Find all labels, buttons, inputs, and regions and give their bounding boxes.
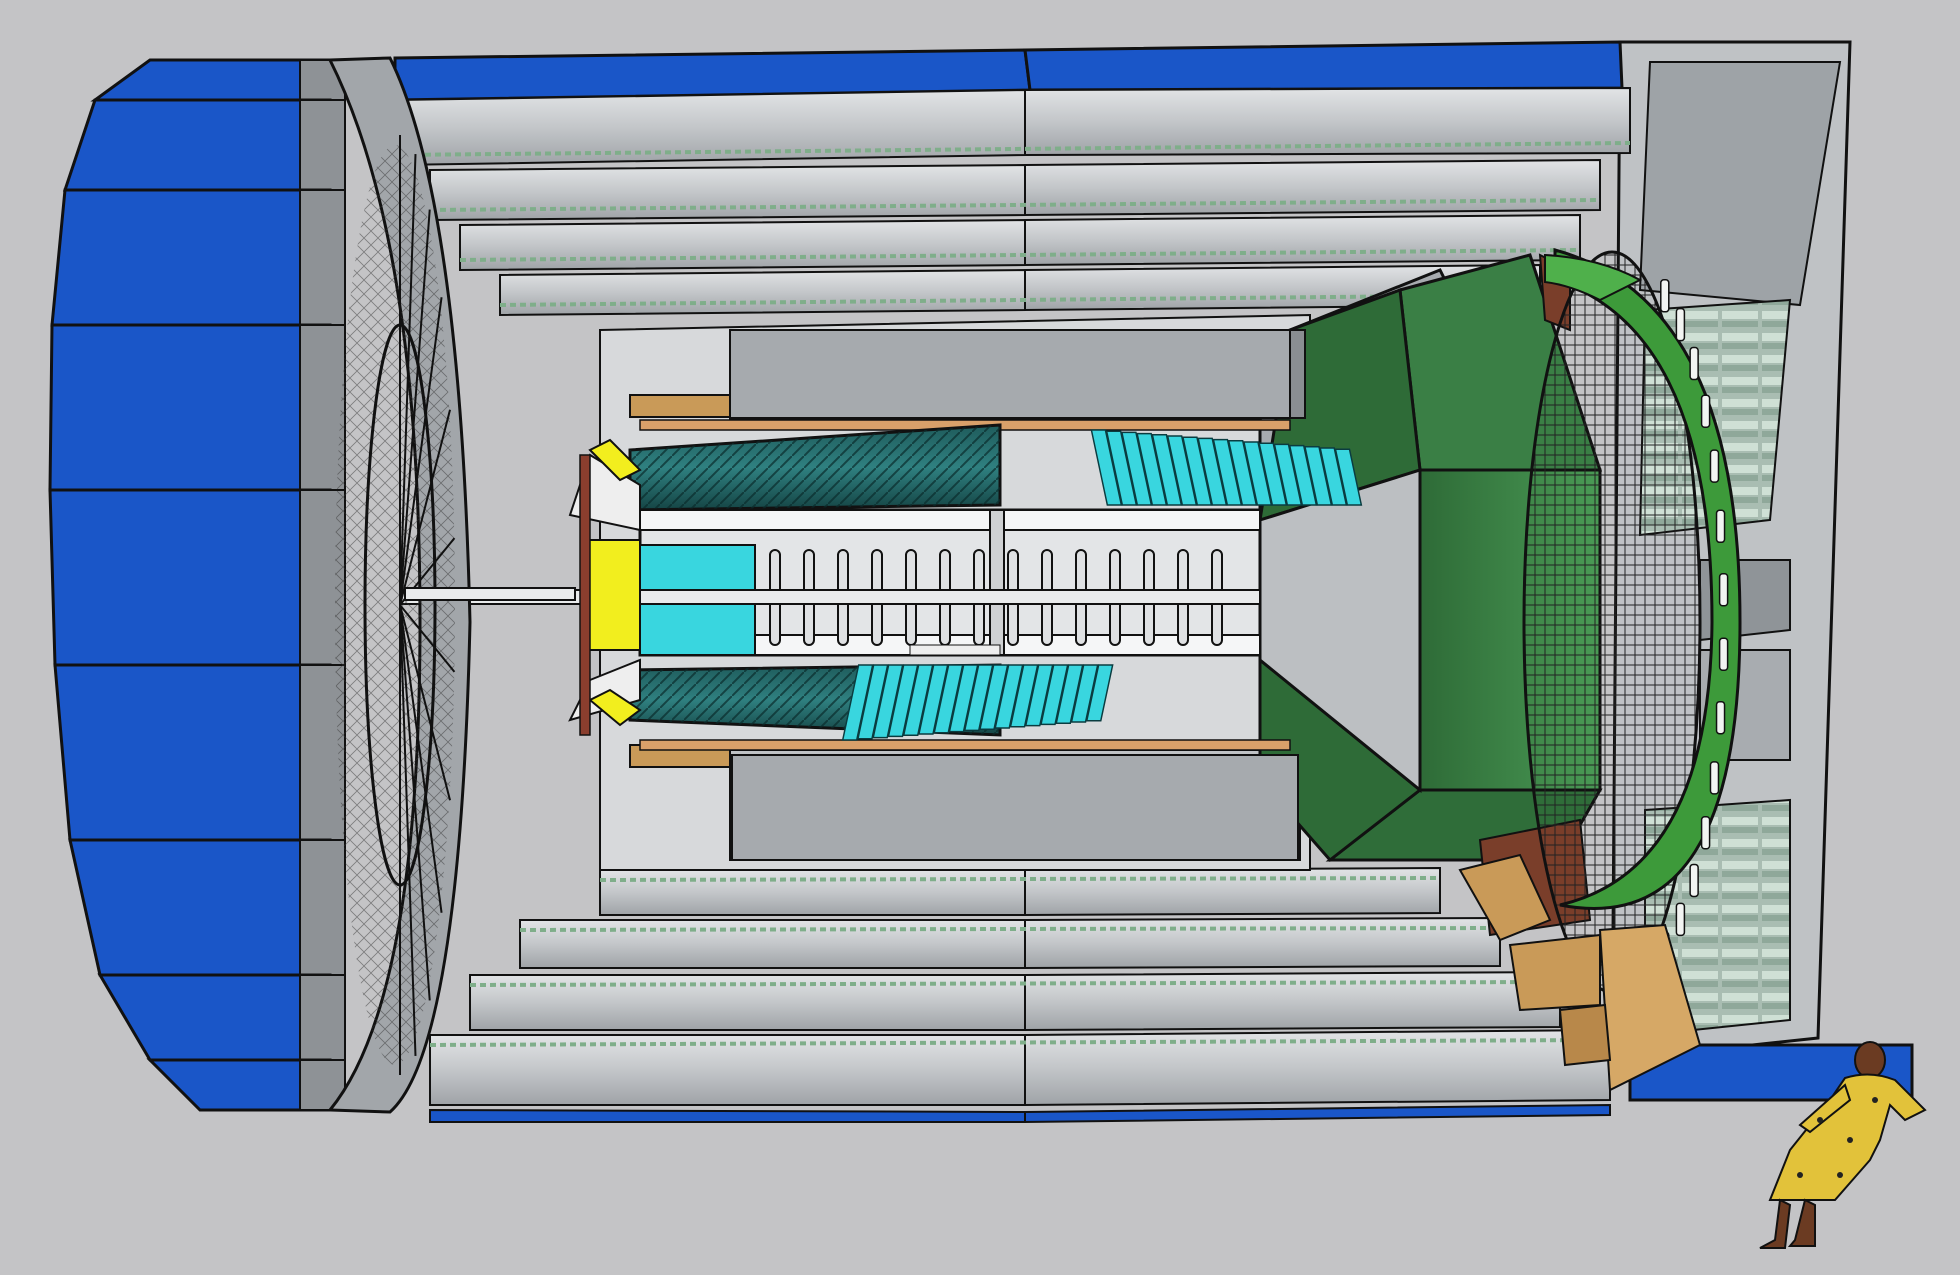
ring-slot: [1689, 863, 1699, 898]
ring-slot: [1709, 761, 1720, 795]
yoke-slab: [1024, 213, 1581, 267]
ring-slot: [1700, 394, 1711, 429]
muon-wedge: [97, 973, 332, 1062]
ring-slot: [1718, 572, 1729, 607]
yoke-slab: [1024, 866, 1441, 917]
ring-slot: [1675, 307, 1686, 342]
ring-slot: [1718, 637, 1729, 672]
ring-slot: [1700, 815, 1711, 850]
inner-tracker: [638, 508, 1262, 657]
muon-wedge: [53, 663, 332, 842]
muon-wedge: [68, 838, 332, 977]
yoke-slab: [429, 1034, 1026, 1106]
detector-cutaway-diagram: [0, 0, 1960, 1275]
muon-wedge: [50, 188, 332, 327]
muon-wedge: [62, 98, 332, 192]
ring-slot: [1715, 509, 1726, 544]
yoke-slab: [429, 163, 1026, 222]
muon-wedge: [48, 323, 332, 492]
yoke-slab: [459, 218, 1026, 272]
muon-wedge-edge: [299, 839, 346, 976]
yoke-slab: [1024, 158, 1601, 217]
muon-wedge: [48, 488, 332, 667]
yoke-slab: [599, 869, 1026, 916]
ring-slot: [1675, 902, 1686, 937]
muon-wedge-edge: [299, 99, 346, 191]
muon-wedge-edge: [299, 189, 346, 326]
ring-slot: [1709, 449, 1720, 483]
forward-detectors: [568, 438, 642, 736]
muon-wedge: [90, 58, 332, 102]
yoke-slab: [1024, 916, 1501, 970]
yoke-slab: [519, 919, 1026, 969]
ring-slot: [1689, 346, 1699, 381]
yoke-slab: [499, 268, 1026, 317]
yoke-slab: [1024, 970, 1561, 1032]
muon-wedge-edge: [299, 974, 346, 1061]
ring-slot: [1715, 700, 1726, 735]
ring-slot: [1660, 279, 1670, 313]
